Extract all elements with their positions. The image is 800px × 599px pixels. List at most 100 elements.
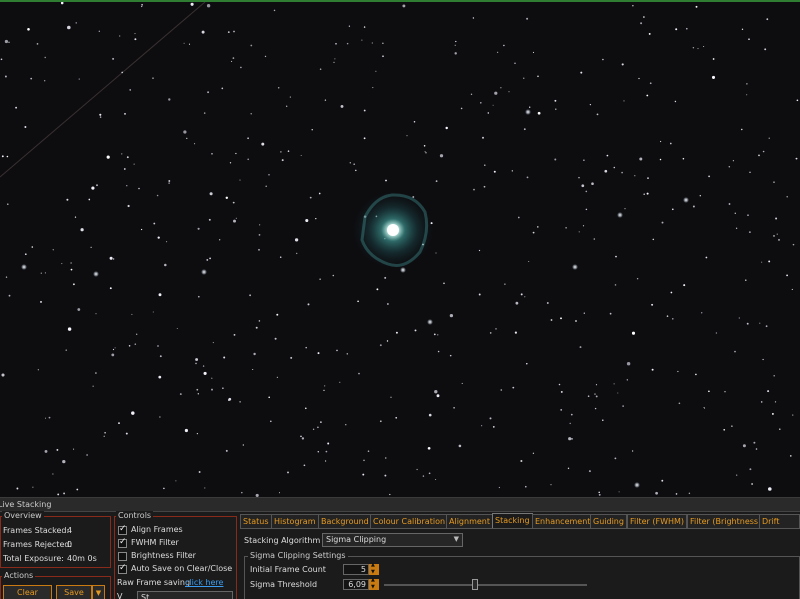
star [435,478,437,481]
stacking-algorithm-label: Stacking Algorithm [244,536,321,545]
star [183,42,185,44]
star [631,331,636,335]
star [745,279,747,281]
star [764,48,767,51]
initial-frame-count-input[interactable]: 5 [343,564,369,575]
star [168,182,170,184]
raw-saving-link[interactable]: click here [185,578,223,587]
star [194,143,196,145]
star [774,401,777,403]
star [395,331,398,334]
star [126,185,128,187]
star [406,135,408,137]
clear-button[interactable]: Clear [3,585,52,599]
tab-alignment[interactable]: Alignment [446,514,493,528]
star [86,454,88,456]
star [742,444,746,448]
tab-stacking[interactable]: Stacking [492,513,533,529]
star [701,312,703,314]
star [221,87,224,90]
star [202,365,205,367]
star [537,226,539,228]
star [141,3,143,6]
star [606,154,609,157]
star [565,227,567,229]
star [286,105,288,107]
star [615,255,617,258]
star [0,58,3,61]
star [762,150,765,153]
fwhm-filter-checkbox[interactable] [118,537,127,548]
star [578,176,580,179]
star [336,349,338,352]
star [385,179,387,182]
star [157,345,159,347]
star [124,113,126,115]
star [537,111,541,115]
star [768,137,770,139]
star [229,162,232,164]
star [252,368,254,371]
star [382,55,384,58]
star [776,233,778,235]
tab-colour-calibration[interactable]: Colour Calibration [370,514,449,528]
stacking-algorithm-select[interactable]: Sigma Clipping ▼ [322,533,463,547]
star [558,383,561,386]
star [528,260,530,263]
star [240,66,242,69]
star [315,217,317,220]
bright-star [683,197,689,203]
star [517,216,520,219]
align-frames-checkbox[interactable] [118,524,127,535]
star [659,158,662,161]
view-select[interactable]: St [137,591,233,599]
sigma-threshold-slider-thumb[interactable] [472,579,478,590]
tab-drift-graph[interactable]: Drift Grap [759,514,800,528]
tab-background[interactable]: Background [318,514,372,528]
live-stacking-panel: Live Stacking Overview Frames Stacked: 4… [0,497,800,599]
star [195,358,199,361]
star [453,406,455,409]
panel-titlebar: Live Stacking [0,497,800,512]
star [643,193,645,195]
star [31,246,34,248]
star [591,182,594,186]
star [478,293,481,296]
star [384,276,387,279]
sigma-threshold-input[interactable]: 6,09 [343,579,369,590]
star [198,471,201,473]
star [317,450,320,453]
tab-guiding[interactable]: Guiding [590,514,627,528]
star [121,71,124,74]
save-button[interactable]: Save [56,585,92,599]
sigma-threshold-spinner[interactable] [369,577,379,590]
star [570,413,573,416]
tab-status[interactable]: Status [240,514,272,528]
star [483,185,486,188]
star [672,318,674,320]
star [300,154,302,157]
initial-frame-count-spinner[interactable] [369,562,379,575]
tab-filter-brightness[interactable]: Filter (Brightness) [687,514,765,528]
star [268,174,270,176]
auto-save-checkbox[interactable] [118,563,127,574]
star [587,395,590,397]
sigma-threshold-slider-track[interactable] [384,584,587,586]
star [281,159,284,162]
star [478,249,481,252]
star [250,113,252,115]
tab-filter-fwhm[interactable]: Filter (FWHM) [627,514,688,528]
tab-histogram[interactable]: Histogram [271,514,319,528]
save-dropdown-button[interactable]: ▼ [92,585,105,599]
tab-enhancement[interactable]: Enhancement [532,514,594,528]
star [268,396,270,399]
stacked-image-view[interactable] [0,0,800,497]
star [626,379,628,381]
controls-title: Controls [116,511,154,520]
brightness-filter-checkbox[interactable] [118,552,127,561]
star [339,381,341,383]
star [575,320,577,322]
star [594,393,596,395]
star [186,137,188,140]
star [340,104,344,108]
